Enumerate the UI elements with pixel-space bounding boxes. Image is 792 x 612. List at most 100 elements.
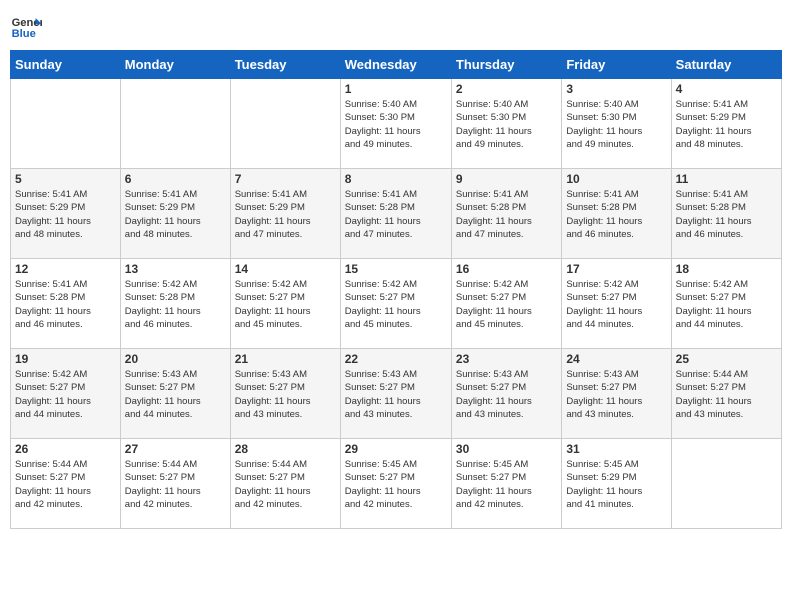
calendar-cell: 7 Sunrise: 5:41 AM Sunset: 5:29 PM Daylig… xyxy=(230,169,340,259)
day-number: 24 xyxy=(566,352,666,366)
day-number: 8 xyxy=(345,172,447,186)
day-number: 21 xyxy=(235,352,336,366)
day-number: 17 xyxy=(566,262,666,276)
day-info: Sunrise: 5:41 AM Sunset: 5:28 PM Dayligh… xyxy=(15,278,116,331)
calendar-table: SundayMondayTuesdayWednesdayThursdayFrid… xyxy=(10,50,782,529)
days-of-week-row: SundayMondayTuesdayWednesdayThursdayFrid… xyxy=(11,51,782,79)
calendar-week-row: 26 Sunrise: 5:44 AM Sunset: 5:27 PM Dayli… xyxy=(11,439,782,529)
calendar-cell: 20 Sunrise: 5:43 AM Sunset: 5:27 PM Dayli… xyxy=(120,349,230,439)
day-info: Sunrise: 5:40 AM Sunset: 5:30 PM Dayligh… xyxy=(345,98,447,151)
calendar-cell: 23 Sunrise: 5:43 AM Sunset: 5:27 PM Dayli… xyxy=(451,349,561,439)
day-number: 3 xyxy=(566,82,666,96)
day-of-week-header: Thursday xyxy=(451,51,561,79)
day-info: Sunrise: 5:42 AM Sunset: 5:27 PM Dayligh… xyxy=(456,278,557,331)
day-info: Sunrise: 5:42 AM Sunset: 5:28 PM Dayligh… xyxy=(125,278,226,331)
day-info: Sunrise: 5:45 AM Sunset: 5:29 PM Dayligh… xyxy=(566,458,666,511)
day-info: Sunrise: 5:41 AM Sunset: 5:28 PM Dayligh… xyxy=(566,188,666,241)
day-number: 7 xyxy=(235,172,336,186)
calendar-cell: 29 Sunrise: 5:45 AM Sunset: 5:27 PM Dayli… xyxy=(340,439,451,529)
day-number: 19 xyxy=(15,352,116,366)
day-number: 23 xyxy=(456,352,557,366)
calendar-cell: 16 Sunrise: 5:42 AM Sunset: 5:27 PM Dayli… xyxy=(451,259,561,349)
day-number: 2 xyxy=(456,82,557,96)
calendar-cell: 19 Sunrise: 5:42 AM Sunset: 5:27 PM Dayli… xyxy=(11,349,121,439)
day-info: Sunrise: 5:42 AM Sunset: 5:27 PM Dayligh… xyxy=(15,368,116,421)
calendar-cell: 27 Sunrise: 5:44 AM Sunset: 5:27 PM Dayli… xyxy=(120,439,230,529)
day-info: Sunrise: 5:40 AM Sunset: 5:30 PM Dayligh… xyxy=(566,98,666,151)
day-number: 10 xyxy=(566,172,666,186)
calendar-cell xyxy=(11,79,121,169)
calendar-cell: 8 Sunrise: 5:41 AM Sunset: 5:28 PM Daylig… xyxy=(340,169,451,259)
day-of-week-header: Saturday xyxy=(671,51,781,79)
calendar-cell xyxy=(671,439,781,529)
logo-icon: General Blue xyxy=(10,10,42,42)
day-info: Sunrise: 5:40 AM Sunset: 5:30 PM Dayligh… xyxy=(456,98,557,151)
day-of-week-header: Tuesday xyxy=(230,51,340,79)
calendar-cell: 6 Sunrise: 5:41 AM Sunset: 5:29 PM Daylig… xyxy=(120,169,230,259)
calendar-cell: 14Sunrise: 5:42 AM Sunset: 5:27 PM Dayli… xyxy=(230,259,340,349)
day-info: Sunrise: 5:43 AM Sunset: 5:27 PM Dayligh… xyxy=(345,368,447,421)
day-number: 31 xyxy=(566,442,666,456)
calendar-cell: 30 Sunrise: 5:45 AM Sunset: 5:27 PM Dayli… xyxy=(451,439,561,529)
calendar-cell: 13Sunrise: 5:42 AM Sunset: 5:28 PM Dayli… xyxy=(120,259,230,349)
day-info: Sunrise: 5:43 AM Sunset: 5:27 PM Dayligh… xyxy=(566,368,666,421)
calendar-cell: 3 Sunrise: 5:40 AM Sunset: 5:30 PM Daylig… xyxy=(562,79,671,169)
calendar-cell: 26Sunrise: 5:44 AM Sunset: 5:27 PM Dayli… xyxy=(11,439,121,529)
calendar-week-row: 19 Sunrise: 5:42 AM Sunset: 5:27 PM Dayli… xyxy=(11,349,782,439)
day-info: Sunrise: 5:41 AM Sunset: 5:28 PM Dayligh… xyxy=(345,188,447,241)
day-of-week-header: Friday xyxy=(562,51,671,79)
day-number: 22 xyxy=(345,352,447,366)
page-header: General Blue xyxy=(10,10,782,42)
day-info: Sunrise: 5:42 AM Sunset: 5:27 PM Dayligh… xyxy=(235,278,336,331)
day-info: Sunrise: 5:44 AM Sunset: 5:27 PM Dayligh… xyxy=(676,368,777,421)
calendar-week-row: 5 Sunrise: 5:41 AM Sunset: 5:29 PM Daylig… xyxy=(11,169,782,259)
day-info: Sunrise: 5:41 AM Sunset: 5:28 PM Dayligh… xyxy=(456,188,557,241)
day-number: 11 xyxy=(676,172,777,186)
calendar-cell: 17 Sunrise: 5:42 AM Sunset: 5:27 PM Dayli… xyxy=(562,259,671,349)
calendar-cell: 21 Sunrise: 5:43 AM Sunset: 5:27 PM Dayli… xyxy=(230,349,340,439)
day-info: Sunrise: 5:41 AM Sunset: 5:28 PM Dayligh… xyxy=(676,188,777,241)
day-info: Sunrise: 5:43 AM Sunset: 5:27 PM Dayligh… xyxy=(125,368,226,421)
day-info: Sunrise: 5:41 AM Sunset: 5:29 PM Dayligh… xyxy=(15,188,116,241)
day-number: 12 xyxy=(15,262,116,276)
day-info: Sunrise: 5:42 AM Sunset: 5:27 PM Dayligh… xyxy=(345,278,447,331)
day-number: 30 xyxy=(456,442,557,456)
day-number: 26 xyxy=(15,442,116,456)
day-info: Sunrise: 5:43 AM Sunset: 5:27 PM Dayligh… xyxy=(456,368,557,421)
day-number: 5 xyxy=(15,172,116,186)
calendar-cell xyxy=(120,79,230,169)
day-number: 28 xyxy=(235,442,336,456)
calendar-cell: 9Sunrise: 5:41 AM Sunset: 5:28 PM Daylig… xyxy=(451,169,561,259)
day-info: Sunrise: 5:41 AM Sunset: 5:29 PM Dayligh… xyxy=(235,188,336,241)
day-number: 27 xyxy=(125,442,226,456)
day-info: Sunrise: 5:44 AM Sunset: 5:27 PM Dayligh… xyxy=(235,458,336,511)
calendar-cell: 31 Sunrise: 5:45 AM Sunset: 5:29 PM Dayli… xyxy=(562,439,671,529)
day-info: Sunrise: 5:43 AM Sunset: 5:27 PM Dayligh… xyxy=(235,368,336,421)
calendar-cell: 12 Sunrise: 5:41 AM Sunset: 5:28 PM Dayli… xyxy=(11,259,121,349)
day-info: Sunrise: 5:42 AM Sunset: 5:27 PM Dayligh… xyxy=(676,278,777,331)
logo: General Blue xyxy=(10,10,46,42)
day-info: Sunrise: 5:45 AM Sunset: 5:27 PM Dayligh… xyxy=(456,458,557,511)
day-number: 29 xyxy=(345,442,447,456)
calendar-cell: 1Sunrise: 5:40 AM Sunset: 5:30 PM Daylig… xyxy=(340,79,451,169)
day-number: 4 xyxy=(676,82,777,96)
day-number: 25 xyxy=(676,352,777,366)
day-number: 18 xyxy=(676,262,777,276)
calendar-cell: 18 Sunrise: 5:42 AM Sunset: 5:27 PM Dayli… xyxy=(671,259,781,349)
day-number: 20 xyxy=(125,352,226,366)
day-number: 16 xyxy=(456,262,557,276)
day-info: Sunrise: 5:44 AM Sunset: 5:27 PM Dayligh… xyxy=(125,458,226,511)
calendar-cell: 4 Sunrise: 5:41 AM Sunset: 5:29 PM Daylig… xyxy=(671,79,781,169)
calendar-cell: 5 Sunrise: 5:41 AM Sunset: 5:29 PM Daylig… xyxy=(11,169,121,259)
day-info: Sunrise: 5:41 AM Sunset: 5:29 PM Dayligh… xyxy=(676,98,777,151)
calendar-cell: 24 Sunrise: 5:43 AM Sunset: 5:27 PM Dayli… xyxy=(562,349,671,439)
calendar-cell: 2 Sunrise: 5:40 AM Sunset: 5:30 PM Daylig… xyxy=(451,79,561,169)
calendar-cell: 22 Sunrise: 5:43 AM Sunset: 5:27 PM Dayli… xyxy=(340,349,451,439)
day-number: 6 xyxy=(125,172,226,186)
day-info: Sunrise: 5:41 AM Sunset: 5:29 PM Dayligh… xyxy=(125,188,226,241)
calendar-week-row: 12 Sunrise: 5:41 AM Sunset: 5:28 PM Dayli… xyxy=(11,259,782,349)
day-info: Sunrise: 5:45 AM Sunset: 5:27 PM Dayligh… xyxy=(345,458,447,511)
day-of-week-header: Wednesday xyxy=(340,51,451,79)
calendar-cell: 10 Sunrise: 5:41 AM Sunset: 5:28 PM Dayli… xyxy=(562,169,671,259)
day-info: Sunrise: 5:42 AM Sunset: 5:27 PM Dayligh… xyxy=(566,278,666,331)
